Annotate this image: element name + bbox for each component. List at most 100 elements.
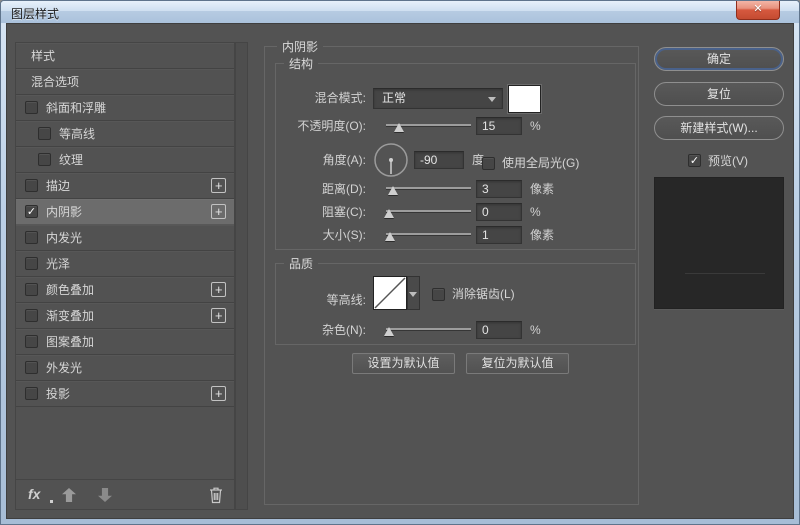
contour-label: 等高线:	[276, 290, 366, 310]
sidebar-item-pattern-overlay[interactable]: 图案叠加	[16, 329, 234, 355]
move-effect-down-icon[interactable]	[98, 488, 112, 502]
use-global-light-checkbox[interactable]: 使用全局光(G)	[482, 153, 579, 173]
sidebar-item-inner-shadow[interactable]: ✓ 内阴影 +	[16, 199, 234, 225]
checkbox-checked[interactable]: ✓	[25, 205, 38, 218]
antialias-checkbox[interactable]: 消除锯齿(L)	[432, 284, 515, 304]
size-label: 大小(S):	[276, 225, 366, 245]
fx-menu-button[interactable]: fx	[28, 486, 40, 502]
add-effect-button[interactable]: +	[211, 282, 226, 297]
noise-slider[interactable]	[386, 320, 471, 340]
slider-thumb[interactable]	[384, 209, 394, 218]
sidebar-item-styles[interactable]: 样式	[16, 43, 234, 69]
distance-input[interactable]: 3	[476, 180, 522, 198]
close-icon: ✕	[753, 3, 762, 15]
checkbox[interactable]	[25, 309, 38, 322]
inner-shadow-panel: 内阴影 结构 混合模式: 正常 不透明度(O): 15	[264, 46, 639, 505]
panel-title: 内阴影	[277, 38, 323, 55]
ok-button[interactable]: 确定	[654, 47, 784, 71]
checkbox[interactable]	[25, 179, 38, 192]
distance-slider[interactable]	[386, 179, 471, 199]
action-column: 确定 复位 新建样式(W)... ✓ 预览(V)	[654, 24, 784, 518]
checkbox[interactable]	[482, 157, 495, 170]
sidebar-item-contour[interactable]: 等高线	[16, 121, 234, 147]
effects-list-scrollbar[interactable]	[235, 42, 248, 510]
sidebar-item-drop-shadow[interactable]: 投影 +	[16, 381, 234, 407]
sidebar-item-gradient-overlay[interactable]: 渐变叠加 +	[16, 303, 234, 329]
checkbox-checked[interactable]: ✓	[688, 154, 701, 167]
checkbox[interactable]	[25, 335, 38, 348]
use-global-light-label: 使用全局光(G)	[502, 153, 579, 173]
dialog-body: 样式 混合选项 斜面和浮雕 等高线 纹理 描边 +	[6, 23, 794, 519]
close-button[interactable]: ✕	[736, 1, 780, 20]
checkbox[interactable]	[38, 153, 51, 166]
layer-style-dialog: 图层样式 ✕ 样式 混合选项 斜面和浮雕 等高线 纹理	[0, 0, 800, 525]
slider-thumb[interactable]	[384, 327, 394, 336]
checkbox[interactable]	[432, 288, 445, 301]
sidebar-item-bevel-emboss[interactable]: 斜面和浮雕	[16, 95, 234, 121]
blend-mode-select[interactable]: 正常	[373, 88, 503, 109]
sidebar-item-stroke[interactable]: 描边 +	[16, 173, 234, 199]
reset-button[interactable]: 复位	[654, 82, 784, 106]
choke-slider[interactable]	[386, 202, 471, 222]
check-icon: ✓	[27, 206, 36, 218]
slider-thumb[interactable]	[385, 232, 395, 241]
contour-picker-button[interactable]	[407, 276, 420, 310]
checkbox[interactable]	[25, 361, 38, 374]
sidebar-item-inner-glow[interactable]: 内发光	[16, 225, 234, 251]
new-style-button[interactable]: 新建样式(W)...	[654, 116, 784, 140]
style-preview-thumbnail	[654, 177, 784, 309]
opacity-slider[interactable]	[386, 116, 471, 136]
contour-thumbnail[interactable]	[373, 276, 407, 310]
add-effect-button[interactable]: +	[211, 308, 226, 323]
angle-label: 角度(A):	[276, 150, 366, 170]
slider-thumb[interactable]	[394, 123, 404, 132]
effects-list-footer: fx	[16, 479, 234, 509]
checkbox[interactable]	[25, 231, 38, 244]
angle-dial[interactable]	[373, 142, 409, 178]
blend-mode-label: 混合模式:	[276, 88, 366, 108]
check-icon: ✓	[690, 155, 699, 167]
reset-default-button[interactable]: 复位为默认值	[466, 353, 569, 374]
antialias-label: 消除锯齿(L)	[452, 284, 515, 304]
angle-input[interactable]: -90	[414, 151, 464, 169]
sidebar-item-texture[interactable]: 纹理	[16, 147, 234, 173]
distance-label: 距离(D):	[276, 179, 366, 199]
choke-label: 阻塞(C):	[276, 202, 366, 222]
sidebar-item-outer-glow[interactable]: 外发光	[16, 355, 234, 381]
add-effect-button[interactable]: +	[211, 178, 226, 193]
quality-legend: 品质	[284, 255, 318, 272]
opacity-input[interactable]: 15	[476, 117, 522, 135]
move-effect-up-icon[interactable]	[62, 488, 76, 502]
checkbox[interactable]	[25, 283, 38, 296]
chevron-down-icon	[409, 292, 417, 297]
add-effect-button[interactable]: +	[211, 204, 226, 219]
size-input[interactable]: 1	[476, 226, 522, 244]
dialog-title: 图层样式	[11, 5, 59, 22]
slider-thumb[interactable]	[388, 186, 398, 195]
choke-input[interactable]: 0	[476, 203, 522, 221]
choke-unit: %	[530, 202, 541, 222]
checkbox[interactable]	[25, 101, 38, 114]
noise-input[interactable]: 0	[476, 321, 522, 339]
size-slider[interactable]	[386, 225, 471, 245]
sidebar-item-color-overlay[interactable]: 颜色叠加 +	[16, 277, 234, 303]
noise-label: 杂色(N):	[276, 320, 366, 340]
preview-checkbox[interactable]: ✓ 预览(V)	[688, 152, 748, 169]
sidebar-item-satin[interactable]: 光泽	[16, 251, 234, 277]
sidebar-item-blending-options[interactable]: 混合选项	[16, 69, 234, 95]
preview-shadow-line	[685, 273, 765, 274]
add-effect-button[interactable]: +	[211, 386, 226, 401]
structure-group: 结构 混合模式: 正常 不透明度(O): 15 %	[275, 63, 636, 250]
opacity-unit: %	[530, 116, 541, 136]
checkbox[interactable]	[38, 127, 51, 140]
make-default-button[interactable]: 设置为默认值	[352, 353, 455, 374]
titlebar[interactable]: 图层样式 ✕	[1, 1, 799, 23]
checkbox[interactable]	[25, 257, 38, 270]
checkbox[interactable]	[25, 387, 38, 400]
delete-effect-icon[interactable]	[208, 486, 224, 504]
shadow-color-swatch[interactable]	[508, 85, 541, 113]
size-unit: 像素	[530, 225, 554, 245]
opacity-label: 不透明度(O):	[276, 116, 366, 136]
distance-unit: 像素	[530, 179, 554, 199]
chevron-down-icon	[488, 97, 496, 102]
